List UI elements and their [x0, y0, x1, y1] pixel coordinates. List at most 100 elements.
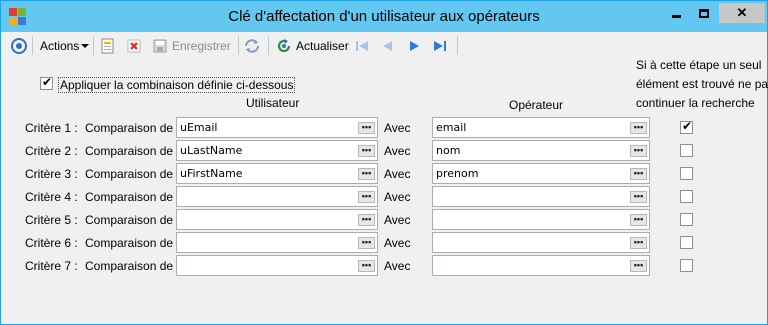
criterion-label: Critère 7 : [25, 259, 78, 273]
browse-user-field-button[interactable]: ••• [358, 237, 375, 249]
ellipsis-icon: ••• [633, 214, 644, 224]
sync-button[interactable] [244, 35, 260, 56]
previous-icon [383, 40, 392, 51]
comparison-label: Comparaison de : [85, 236, 180, 250]
toolbar-separator [32, 36, 33, 55]
stop-search-note-line: continuer la recherche [636, 96, 755, 110]
minimize-button[interactable] [663, 3, 689, 23]
browse-operator-field-button[interactable]: ••• [630, 214, 647, 226]
operator-field-value: nom [436, 144, 461, 157]
ellipsis-icon: ••• [633, 191, 644, 201]
user-field-input[interactable]: ••• [176, 232, 378, 253]
browse-user-field-button[interactable]: ••• [358, 168, 375, 180]
stop-search-checkbox[interactable] [680, 144, 693, 157]
operator-field-value: email [436, 121, 467, 134]
with-label: Avec [384, 121, 411, 135]
previous-record-button[interactable] [380, 35, 396, 56]
browse-operator-field-button[interactable]: ••• [630, 145, 647, 157]
stop-search-checkbox[interactable]: ✔ [680, 120, 693, 134]
save-button[interactable]: Enregistrer [152, 35, 231, 56]
browse-user-field-button[interactable]: ••• [358, 145, 375, 157]
browse-user-field-button[interactable]: ••• [358, 260, 375, 272]
toolbar-separator [93, 36, 94, 55]
comparison-label: Comparaison de : [85, 259, 180, 273]
ellipsis-icon: ••• [633, 122, 644, 132]
next-record-button[interactable] [406, 35, 422, 56]
ellipsis-icon: ••• [361, 237, 372, 247]
operator-field-input[interactable]: ••• [432, 255, 650, 276]
apply-combination-label[interactable]: Appliquer la combinaison définie ci-dess… [58, 77, 296, 93]
window-title: Clé d'affectation d'un utilisateur aux o… [228, 8, 540, 25]
user-field-input[interactable]: uEmail ••• [176, 117, 378, 138]
toolbar-separator [268, 36, 269, 55]
maximize-button[interactable] [691, 3, 717, 23]
browse-operator-field-button[interactable]: ••• [630, 237, 647, 249]
ellipsis-icon: ••• [361, 122, 372, 132]
ellipsis-icon: ••• [633, 145, 644, 155]
last-record-button[interactable] [432, 35, 448, 56]
operator-field-input[interactable]: ••• [432, 186, 650, 207]
operator-field-input[interactable]: ••• [432, 209, 650, 230]
user-field-input[interactable]: uLastName ••• [176, 140, 378, 161]
user-field-input[interactable]: ••• [176, 209, 378, 230]
with-label: Avec [384, 259, 411, 273]
dialog-window: Clé d'affectation d'un utilisateur aux o… [0, 0, 768, 325]
ellipsis-icon: ••• [361, 168, 372, 178]
with-label: Avec [384, 167, 411, 181]
new-button[interactable] [100, 35, 116, 56]
toolbar: Actions Enregistrer Actualiser [2, 32, 766, 59]
with-label: Avec [384, 144, 411, 158]
browse-user-field-button[interactable]: ••• [358, 122, 375, 134]
refresh-icon [277, 38, 291, 52]
criterion-label: Critère 6 : [25, 236, 78, 250]
stop-search-checkbox[interactable] [680, 190, 693, 203]
comparison-label: Comparaison de : [85, 167, 180, 181]
toolbar-separator [238, 36, 239, 55]
operator-field-input[interactable]: email ••• [432, 117, 650, 138]
browse-operator-field-button[interactable]: ••• [630, 260, 647, 272]
user-field-input[interactable]: ••• [176, 255, 378, 276]
criteria-form: ✔ Appliquer la combinaison définie ci-de… [2, 58, 768, 324]
delete-icon [127, 39, 141, 52]
next-icon [410, 40, 419, 51]
operator-field-value: prenom [436, 167, 479, 180]
first-page-icon [356, 40, 368, 51]
first-record-button[interactable] [354, 35, 370, 56]
user-field-input[interactable]: ••• [176, 186, 378, 207]
ellipsis-icon: ••• [361, 214, 372, 224]
stop-search-note-line: Si à cette étape un seul [636, 58, 762, 72]
refresh-button[interactable]: Actualiser [276, 35, 349, 56]
criterion-label: Critère 3 : [25, 167, 78, 181]
title-bar[interactable]: Clé d'affectation d'un utilisateur aux o… [1, 1, 767, 32]
apply-combination-checkbox[interactable]: ✔ [40, 75, 53, 90]
operator-field-input[interactable]: prenom ••• [432, 163, 650, 184]
target-icon [11, 37, 27, 54]
new-document-icon [101, 38, 114, 53]
last-page-icon [434, 40, 446, 51]
target-button[interactable] [10, 35, 28, 56]
maximize-icon [699, 8, 709, 18]
browse-operator-field-button[interactable]: ••• [630, 168, 647, 180]
operator-field-input[interactable]: nom ••• [432, 140, 650, 161]
browse-user-field-button[interactable]: ••• [358, 191, 375, 203]
user-field-value: uFirstName [180, 167, 243, 180]
column-header-operator: Opérateur [509, 98, 564, 112]
browse-operator-field-button[interactable]: ••• [630, 122, 647, 134]
user-field-input[interactable]: uFirstName ••• [176, 163, 378, 184]
check-mark-icon: ✔ [42, 75, 53, 89]
stop-search-checkbox[interactable] [680, 167, 693, 180]
ellipsis-icon: ••• [633, 260, 644, 270]
operator-field-input[interactable]: ••• [432, 232, 650, 253]
browse-operator-field-button[interactable]: ••• [630, 191, 647, 203]
stop-search-checkbox[interactable] [680, 213, 693, 226]
column-header-user: Utilisateur [246, 96, 300, 110]
criterion-label: Critère 2 : [25, 144, 78, 158]
stop-search-checkbox[interactable] [680, 259, 693, 272]
comparison-label: Comparaison de : [85, 121, 180, 135]
with-label: Avec [384, 236, 411, 250]
actions-menu-button[interactable]: Actions [40, 35, 90, 56]
stop-search-checkbox[interactable] [680, 236, 693, 249]
close-button[interactable]: ✕ [719, 3, 765, 23]
delete-button[interactable] [126, 35, 142, 56]
browse-user-field-button[interactable]: ••• [358, 214, 375, 226]
